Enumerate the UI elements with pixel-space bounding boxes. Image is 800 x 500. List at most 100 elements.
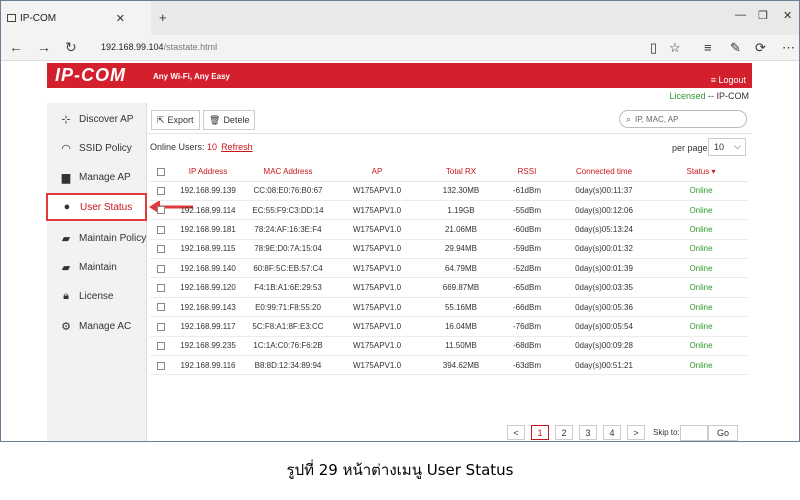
prev-page-button[interactable]: <: [507, 425, 525, 440]
per-page-label: per page: [672, 143, 708, 153]
back-icon[interactable]: ←: [9, 39, 23, 55]
row-checkbox[interactable]: [150, 277, 172, 298]
total-rx-cell: 21.06MB: [422, 219, 500, 240]
mac-cell: 78:9E:D0:7A:15:04: [244, 239, 332, 260]
ip-cell: 192.168.99.140: [172, 258, 244, 279]
row-checkbox[interactable]: [150, 200, 172, 221]
more-icon[interactable]: ⋯: [782, 40, 795, 56]
row-checkbox[interactable]: [150, 355, 172, 376]
status-cell: Online: [654, 258, 748, 279]
online-users: Online Users: 10 Refresh: [150, 142, 253, 152]
close-tab-icon[interactable]: ✕: [116, 12, 125, 25]
col-total-rx[interactable]: Total RX: [422, 162, 500, 182]
mac-cell: 60:8F:5C:EB:57:C4: [244, 258, 332, 279]
status-cell: Online: [654, 200, 748, 221]
user-status-table: IP Address MAC Address AP Total RX RSSI …: [150, 162, 748, 376]
page-2-button[interactable]: 2: [555, 425, 573, 440]
per-page-select[interactable]: 10 ⌵: [708, 138, 746, 156]
table-row: 192.168.99.181 78:24:AF:16:3E:F4 W175APV1.…: [150, 219, 748, 240]
mac-cell: 1C:1A:C0:76:F6:2B: [244, 336, 332, 357]
refresh-icon[interactable]: ↻: [65, 39, 77, 56]
table-row: 192.168.99.120 F4:1B:A1:6E:29:53 W175APV1.…: [150, 277, 748, 298]
ip-cell: 192.168.99.115: [172, 239, 244, 260]
sidebar-item-ssid-policy[interactable]: ◠ SSID Policy: [47, 133, 147, 163]
trash-icon: 🗑︎: [209, 114, 221, 125]
col-status[interactable]: Status ▾: [654, 162, 748, 182]
folder-gear-icon: ▰: [61, 261, 71, 274]
connected-time-cell: 0day(s)00:09:28: [554, 336, 654, 357]
mac-cell: EC:55:F9:C3:DD:14: [244, 200, 332, 221]
next-page-button[interactable]: >: [627, 425, 645, 440]
row-checkbox[interactable]: [150, 181, 172, 201]
license-status: Licensed -- IP-COM: [669, 91, 749, 101]
search-icon: ⌕: [626, 113, 632, 124]
col-connected-time[interactable]: Connected time: [554, 162, 654, 182]
status-cell: Online: [654, 277, 748, 298]
sidebar-item-user-status[interactable]: ● User Status: [46, 193, 147, 221]
window-close-icon[interactable]: ✕: [783, 9, 792, 22]
tab-title: IP-COM: [20, 12, 57, 24]
user-icon: ●: [63, 201, 71, 213]
row-checkbox[interactable]: [150, 258, 172, 279]
sidebar-item-manage-ap[interactable]: ▆ Manage AP: [47, 162, 147, 192]
table-row: 192.168.99.115 78:9E:D0:7A:15:04 W175APV1.…: [150, 239, 748, 260]
row-checkbox[interactable]: [150, 316, 172, 337]
export-button[interactable]: ⇱ Export: [151, 110, 200, 130]
row-checkbox[interactable]: [150, 239, 172, 260]
ip-cell: 192.168.99.139: [172, 181, 244, 201]
select-all-checkbox[interactable]: [150, 162, 172, 182]
ip-cell: 192.168.99.143: [172, 297, 244, 318]
sidebar-item-maintain-policy[interactable]: ▰ Maintain Policy: [47, 223, 147, 253]
row-checkbox[interactable]: [150, 219, 172, 240]
delete-button[interactable]: 🗑︎ Detele: [203, 110, 256, 130]
total-rx-cell: 669.87MB: [422, 277, 500, 298]
rssi-cell: -65dBm: [500, 277, 554, 298]
col-rssi[interactable]: RSSI: [500, 162, 554, 182]
new-tab-icon[interactable]: +: [159, 10, 167, 25]
sidebar-item-license[interactable]: 🔒︎ License: [47, 281, 147, 311]
sidebar-item-manage-ac[interactable]: ⚙ Manage AC: [47, 311, 147, 341]
page-1-button[interactable]: 1: [531, 425, 549, 440]
address-bar: ← → ↻ 192.168.99.104/stastate.html ▯ ☆ ≡…: [1, 35, 799, 61]
row-checkbox[interactable]: [150, 336, 172, 357]
ip-cell: 192.168.99.120: [172, 277, 244, 298]
page-icon: [7, 14, 16, 22]
status-cell: Online: [654, 355, 748, 376]
go-button[interactable]: Go: [708, 425, 738, 441]
page-3-button[interactable]: 3: [579, 425, 597, 440]
logout-link[interactable]: ≡ Logout: [711, 75, 746, 85]
skip-to-input[interactable]: [680, 425, 708, 441]
search-input[interactable]: ⌕ IP, MAC, AP: [619, 110, 747, 128]
minimize-icon[interactable]: —: [735, 9, 746, 21]
connected-time-cell: 0day(s)00:12:06: [554, 200, 654, 221]
status-cell: Online: [654, 336, 748, 357]
connected-time-cell: 0day(s)00:03:35: [554, 277, 654, 298]
note-icon[interactable]: ✎: [730, 40, 741, 56]
favorite-star-icon[interactable]: ☆: [669, 40, 681, 56]
table-row: 192.168.99.114 EC:55:F9:C3:DD:14 W175APV1.…: [150, 200, 748, 221]
table-body: 192.168.99.139 CC:08:E0:76:B0:67 W175APV1.…: [150, 181, 748, 376]
forward-icon[interactable]: →: [37, 39, 51, 55]
sidebar-item-maintain[interactable]: ▰ Maintain: [47, 252, 147, 282]
sidebar-item-discover-ap[interactable]: ⊹ Discover AP: [47, 104, 147, 134]
browser-tab[interactable]: IP-COM ✕: [1, 1, 151, 35]
col-ap[interactable]: AP: [332, 162, 422, 182]
rssi-cell: -68dBm: [500, 336, 554, 357]
refresh-link[interactable]: Refresh: [221, 142, 253, 152]
rssi-cell: -61dBm: [500, 181, 554, 201]
col-mac[interactable]: MAC Address: [244, 162, 332, 182]
hub-icon[interactable]: ≡: [704, 40, 712, 55]
url-field[interactable]: 192.168.99.104/stastate.html: [101, 42, 217, 52]
tagline: Any Wi-Fi, Any Easy: [153, 72, 230, 81]
col-ip[interactable]: IP Address: [172, 162, 244, 182]
share-icon[interactable]: ⟳: [755, 40, 766, 56]
page-4-button[interactable]: 4: [603, 425, 621, 440]
ap-cell: W175APV1.0: [332, 200, 422, 221]
connected-time-cell: 0day(s)05:13:24: [554, 219, 654, 240]
ip-cell: 192.168.99.116: [172, 355, 244, 376]
status-cell: Online: [654, 239, 748, 260]
restore-icon[interactable]: ❐: [758, 9, 768, 22]
row-checkbox[interactable]: [150, 297, 172, 318]
ap-cell: W175APV1.0: [332, 219, 422, 240]
reading-view-icon[interactable]: ▯: [650, 40, 657, 56]
